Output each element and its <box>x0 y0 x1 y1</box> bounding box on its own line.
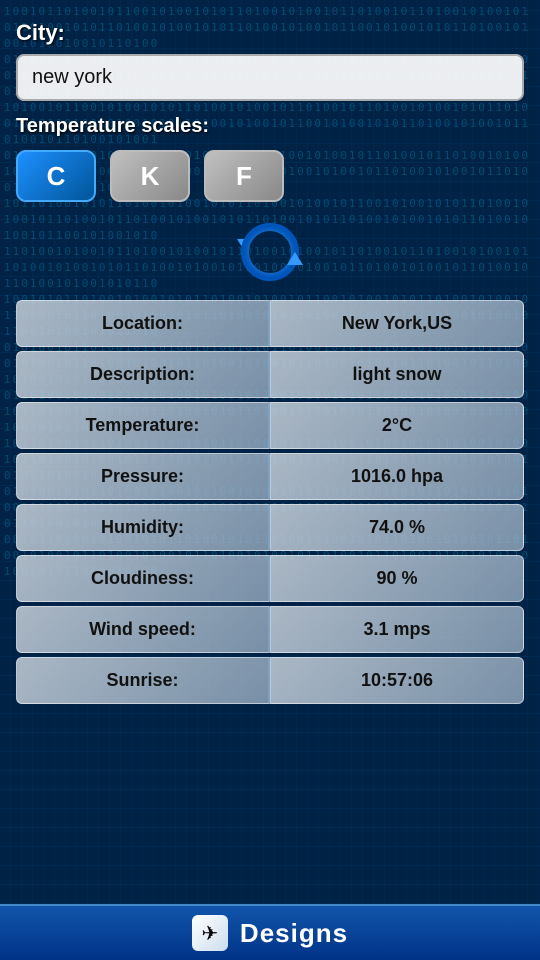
table-row: Sunrise: 10:57:06 <box>16 657 524 704</box>
row-value: 1016.0 hpa <box>270 453 524 500</box>
weather-data-table: Location: New York,US Description: light… <box>16 296 524 708</box>
row-value: light snow <box>270 351 524 398</box>
row-label: Sunrise: <box>16 657 270 704</box>
row-label: Pressure: <box>16 453 270 500</box>
row-value: 3.1 mps <box>270 606 524 653</box>
row-label: Cloudiness: <box>16 555 270 602</box>
table-row: Location: New York,US <box>16 300 524 347</box>
scale-btn-f[interactable]: F <box>204 150 284 202</box>
row-value: 10:57:06 <box>270 657 524 704</box>
scale-buttons: C K F <box>16 150 524 202</box>
row-label: Humidity: <box>16 504 270 551</box>
city-label: City: <box>16 20 524 46</box>
city-input[interactable] <box>16 54 524 101</box>
row-label: Wind speed: <box>16 606 270 653</box>
table-row: Description: light snow <box>16 351 524 398</box>
table-row: Wind speed: 3.1 mps <box>16 606 524 653</box>
row-label: Location: <box>16 300 270 347</box>
table-row: Humidity: 74.0 % <box>16 504 524 551</box>
plane-icon: ✈ <box>202 921 219 946</box>
table-row: Pressure: 1016.0 hpa <box>16 453 524 500</box>
temp-scale-label: Temperature scales: <box>16 115 524 138</box>
swirl-area[interactable] <box>16 212 524 292</box>
row-value: New York,US <box>270 300 524 347</box>
row-value: 90 % <box>270 555 524 602</box>
row-value: 2°C <box>270 402 524 449</box>
footer-icon: ✈ <box>192 915 228 951</box>
scale-btn-k[interactable]: K <box>110 150 190 202</box>
table-row: Cloudiness: 90 % <box>16 555 524 602</box>
footer-bar[interactable]: ✈ Designs <box>0 904 540 960</box>
row-label: Description: <box>16 351 270 398</box>
scale-btn-c[interactable]: C <box>16 150 96 202</box>
footer-label: Designs <box>240 918 348 949</box>
row-label: Temperature: <box>16 402 270 449</box>
row-value: 74.0 % <box>270 504 524 551</box>
table-row: Temperature: 2°C <box>16 402 524 449</box>
